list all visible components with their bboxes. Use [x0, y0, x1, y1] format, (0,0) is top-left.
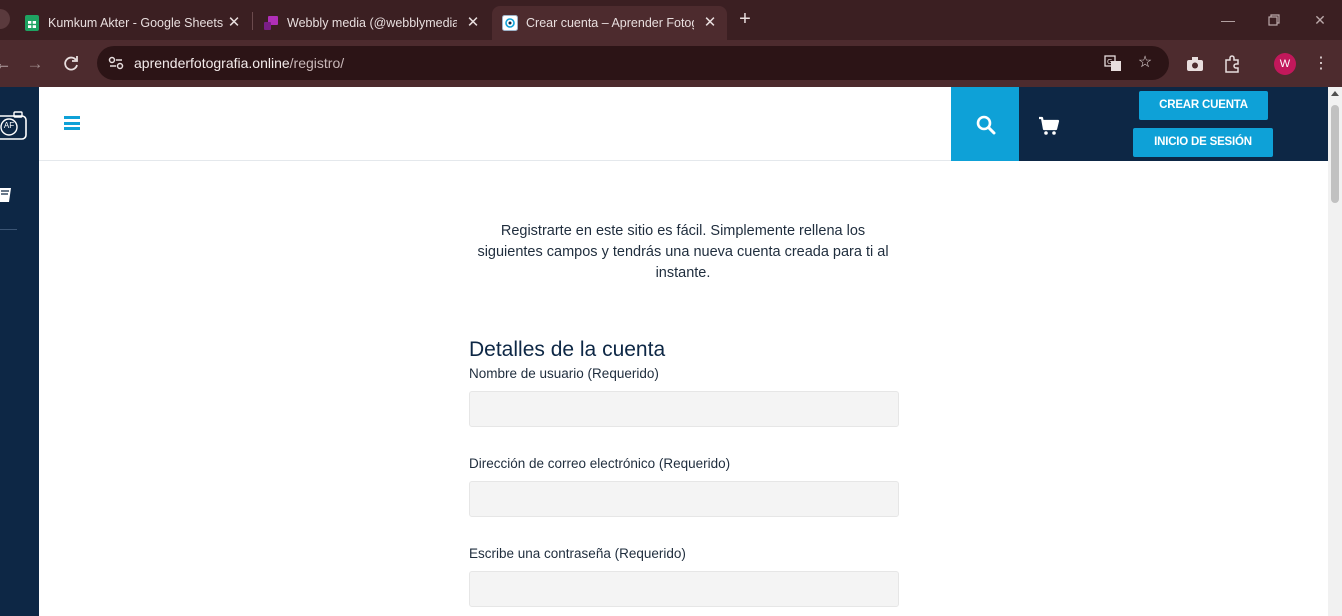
- left-sidebar: AF: [0, 87, 39, 616]
- minimize-icon[interactable]: —: [1218, 10, 1238, 30]
- restore-icon[interactable]: [1264, 10, 1284, 30]
- logo-text: AF: [3, 121, 15, 130]
- browser-tab-strip: Kumkum Akter - Google Sheets ✕ Webbly me…: [0, 0, 1342, 40]
- password-field[interactable]: [469, 571, 899, 607]
- google-sheets-icon: [25, 15, 39, 31]
- username-field[interactable]: [469, 391, 899, 427]
- tab-close-icon[interactable]: ✕: [225, 14, 243, 32]
- browser-toolbar: ← → aprenderfotografia.online/registro/ …: [0, 40, 1342, 87]
- extensions-icon[interactable]: [1221, 53, 1243, 75]
- screenshot-camera-icon[interactable]: [1184, 53, 1206, 75]
- tab-close-icon[interactable]: ✕: [701, 14, 719, 32]
- site-favicon: [502, 15, 518, 31]
- tab-title: Crear cuenta – Aprender Fotogr: [526, 16, 694, 30]
- create-account-button[interactable]: CREAR CUENTA: [1139, 91, 1268, 120]
- registration-intro-text: Registrarte en este sitio es fácil. Simp…: [477, 223, 889, 281]
- reload-icon[interactable]: [60, 53, 82, 75]
- email-label: Dirección de correo electrónico (Requeri…: [469, 456, 731, 471]
- menu-more-icon[interactable]: ⋮: [1310, 53, 1332, 75]
- hamburger-menu-icon[interactable]: [64, 116, 80, 130]
- login-button[interactable]: INICIO DE SESIÓN: [1133, 128, 1273, 157]
- search-icon: [976, 115, 996, 135]
- tab-title: Webbly media (@webblymedia: [287, 16, 457, 30]
- page-scrollbar[interactable]: [1328, 87, 1342, 616]
- tab-close-icon[interactable]: ✕: [464, 14, 482, 32]
- site-settings-icon[interactable]: [105, 52, 127, 74]
- scrollbar-thumb[interactable]: [1331, 105, 1339, 203]
- url-path: /registro/: [289, 55, 345, 71]
- translate-icon[interactable]: G: [1103, 53, 1123, 73]
- tab-search-button[interactable]: [0, 9, 10, 29]
- password-label: Escribe una contraseña (Requerido): [469, 546, 686, 561]
- cart-icon[interactable]: [1038, 116, 1060, 136]
- url-text[interactable]: aprenderfotografia.online/registro/: [134, 55, 344, 71]
- sidebar-divider: [0, 229, 17, 230]
- profile-avatar[interactable]: W: [1274, 53, 1296, 75]
- back-icon[interactable]: ←: [0, 53, 14, 75]
- book-icon[interactable]: [0, 185, 16, 205]
- url-host: aprenderfotografia.online: [134, 55, 290, 71]
- close-window-icon[interactable]: ✕: [1310, 10, 1330, 30]
- camera-logo-icon[interactable]: AF: [0, 109, 30, 141]
- forward-icon[interactable]: →: [24, 53, 46, 75]
- username-label: Nombre de usuario (Requerido): [469, 366, 659, 381]
- tab-webbly-media[interactable]: Webbly media (@webblymedia ✕: [253, 6, 490, 40]
- tab-title: Kumkum Akter - Google Sheets: [48, 16, 224, 30]
- account-details-heading: Detalles de la cuenta: [469, 338, 666, 361]
- tab-google-sheets[interactable]: Kumkum Akter - Google Sheets ✕: [14, 6, 251, 40]
- tab-crear-cuenta[interactable]: Crear cuenta – Aprender Fotogr ✕: [492, 6, 727, 40]
- new-tab-icon[interactable]: +: [735, 9, 755, 29]
- svg-text:G: G: [1107, 58, 1112, 66]
- site-header: CREAR CUENTA INICIO DE SESIÓN: [39, 87, 1328, 161]
- webbly-icon: [264, 16, 278, 30]
- search-button[interactable]: [951, 87, 1019, 161]
- scroll-up-arrow-icon[interactable]: [1331, 91, 1339, 96]
- bookmark-star-icon[interactable]: ☆: [1135, 53, 1155, 73]
- header-account-area: CREAR CUENTA INICIO DE SESIÓN: [1019, 87, 1328, 161]
- address-bar[interactable]: aprenderfotografia.online/registro/ G ☆: [97, 46, 1169, 80]
- email-field[interactable]: [469, 481, 899, 517]
